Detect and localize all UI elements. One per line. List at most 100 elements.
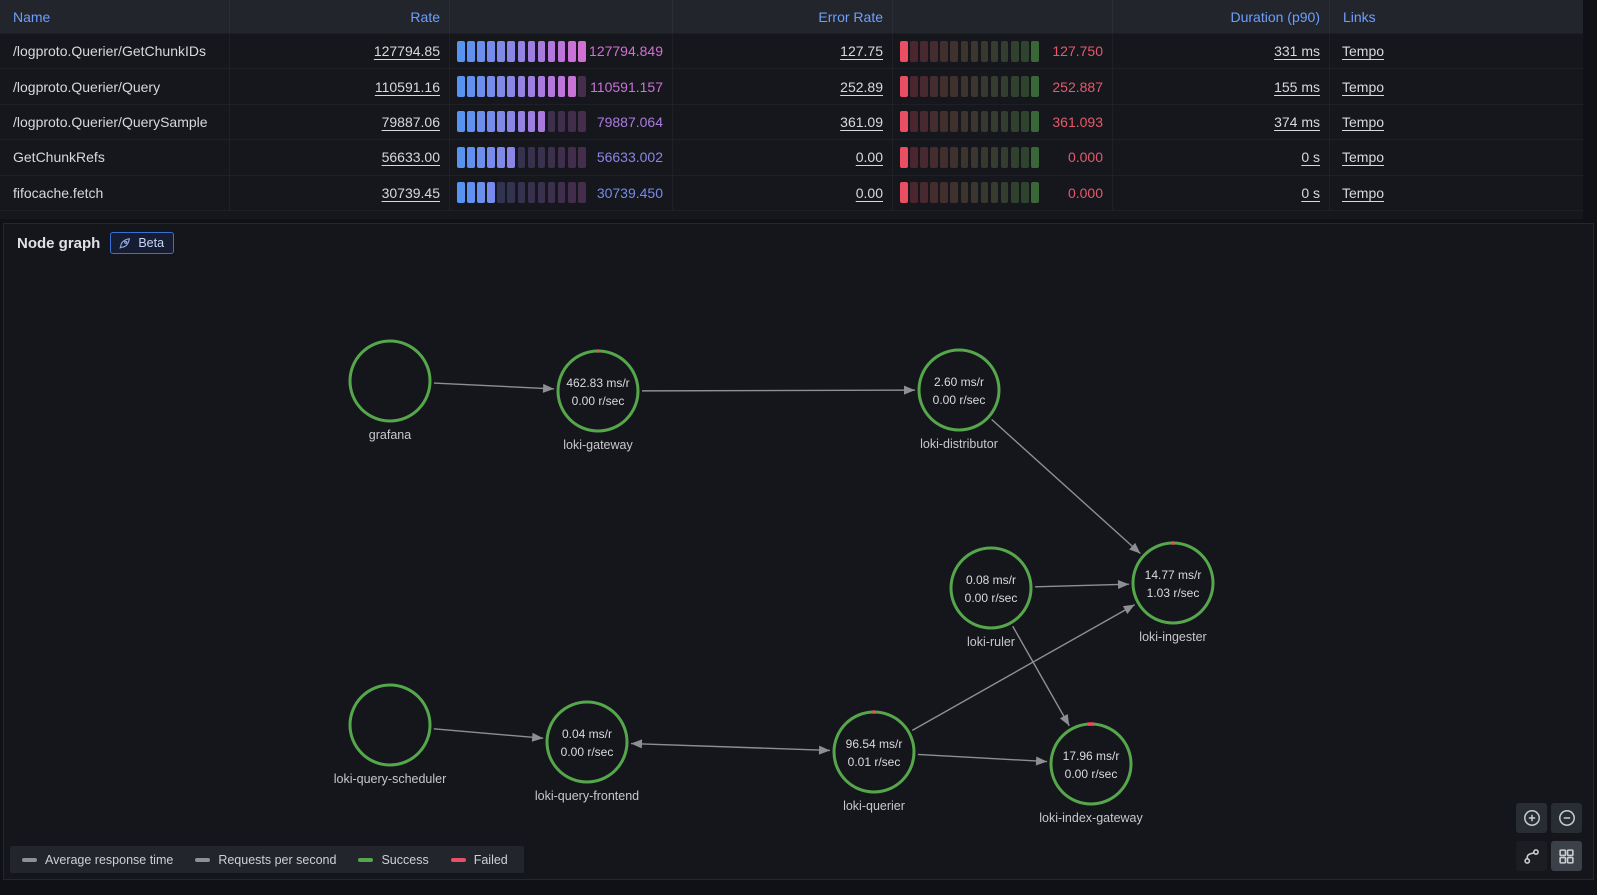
error-gauge-cell: 0.000 <box>893 140 1113 175</box>
duration-link[interactable]: 0 s <box>1301 149 1320 165</box>
gauge-segment <box>1000 182 1009 204</box>
tempo-link[interactable]: Tempo <box>1342 114 1384 130</box>
gauge-segment <box>527 182 536 204</box>
gauge-segment <box>940 182 948 204</box>
table-row: GetChunkRefs 56633.00 56633.002 0.00 0.000 0 … <box>0 140 1583 176</box>
node-success-ring <box>1049 722 1133 806</box>
legend-swatch <box>22 857 37 862</box>
error-gauge <box>900 40 1039 62</box>
rate-cell: 110591.16 <box>230 69 450 104</box>
node-loki-index-gateway[interactable]: 17.96 ms/r 0.00 r/sec loki-index-gateway <box>1039 722 1144 825</box>
duration-link[interactable]: 374 ms <box>1274 114 1320 130</box>
gauge-segment <box>1011 146 1019 168</box>
col-header-error-rate[interactable]: Error Rate <box>673 0 893 33</box>
gauge-segment <box>980 40 989 62</box>
tempo-link[interactable]: Tempo <box>1342 185 1384 201</box>
node-loki-ingester[interactable]: 14.77 ms/r 1.03 r/sec loki-ingester <box>1131 541 1215 644</box>
gauge-segment <box>487 40 495 62</box>
table-row: fifocache.fetch 30739.45 30739.450 0.00 0.00… <box>0 175 1583 211</box>
gauge-segment <box>578 40 586 62</box>
node-success-ring <box>348 683 432 767</box>
error-rate-link[interactable]: 361.09 <box>840 114 883 130</box>
gauge-segment <box>527 40 536 62</box>
edge-loki-querier-to-loki-index-gateway[interactable] <box>917 753 1048 766</box>
duration-link[interactable]: 155 ms <box>1274 79 1320 95</box>
node-loki-querier[interactable]: 96.54 ms/r 0.01 r/sec loki-querier <box>832 710 916 813</box>
edge-loki-querier-to-loki-ingester[interactable] <box>911 604 1136 731</box>
legend-swatch <box>450 857 466 862</box>
error-gauge-cell: 127.750 <box>893 34 1113 69</box>
node-loki-ruler[interactable]: 0.08 ms/r 0.00 r/sec loki-ruler <box>949 546 1033 649</box>
tempo-link[interactable]: Tempo <box>1342 43 1384 59</box>
error-gauge-value: 252.887 <box>1052 78 1103 95</box>
rate-value-link[interactable]: 56633.00 <box>382 149 440 165</box>
gauge-segment <box>1021 146 1029 168</box>
edge-loki-querier-to-loki-query-frontend[interactable] <box>630 739 831 755</box>
gauge-segment <box>1000 40 1009 62</box>
rate-value-link[interactable]: 30739.45 <box>382 185 440 201</box>
tempo-link[interactable]: Tempo <box>1342 79 1384 95</box>
error-rate-link[interactable]: 0.00 <box>856 185 883 201</box>
hierarchy-layout-button[interactable] <box>1516 841 1547 871</box>
edge-loki-ruler-to-loki-index-gateway[interactable] <box>1012 625 1070 727</box>
error-rate-link[interactable]: 252.89 <box>840 79 883 95</box>
node-graph-canvas[interactable]: grafana 462.83 ms/r 0.00 r/sec loki-gateway… <box>4 224 1593 879</box>
gauge-segment <box>527 146 536 168</box>
gauge-segment <box>990 40 999 62</box>
node-success-ring <box>949 546 1033 630</box>
node-loki-query-scheduler[interactable]: loki-query-scheduler <box>334 683 447 786</box>
error-gauge-cell: 361.093 <box>893 104 1113 140</box>
gauge-segment <box>1021 182 1029 204</box>
zoom-in-button[interactable] <box>1516 803 1547 833</box>
error-rate-link[interactable]: 0.00 <box>856 149 883 165</box>
rate-value-link[interactable]: 79887.06 <box>382 114 440 130</box>
legend-label: Requests per second <box>218 852 337 867</box>
rate-value-link[interactable]: 127794.85 <box>374 43 440 59</box>
gauge-segment <box>557 40 566 62</box>
node-loki-query-frontend[interactable]: 0.04 ms/r 0.00 r/sec loki-query-frontend <box>535 700 639 803</box>
rate-value-link[interactable]: 110591.16 <box>375 79 440 95</box>
gauge-segment <box>568 40 576 62</box>
node-label: loki-index-gateway <box>1039 811 1143 825</box>
minus-circle-icon <box>1558 810 1575 826</box>
col-header-rate[interactable]: Rate <box>230 0 450 33</box>
grid-layout-icon <box>1559 848 1574 864</box>
edge-loki-gateway-to-loki-distributor[interactable] <box>641 385 916 395</box>
node-label: loki-query-scheduler <box>334 772 447 786</box>
legend-item: Success <box>358 853 429 867</box>
name-cell: fifocache.fetch <box>0 175 230 210</box>
links-cell: Tempo <box>1330 69 1583 103</box>
rocket-icon <box>119 238 131 249</box>
branch-layout-icon <box>1524 848 1539 864</box>
node-loki-gateway[interactable]: 462.83 ms/r 0.00 r/sec loki-gateway <box>556 349 640 452</box>
gauge-segment <box>990 111 999 133</box>
node-loki-distributor[interactable]: 2.60 ms/r 0.00 r/sec loki-distributor <box>917 348 1001 451</box>
gauge-segment <box>497 111 505 133</box>
edge-loki-ruler-to-loki-ingester[interactable] <box>1034 580 1130 590</box>
error-gauge <box>900 76 1039 98</box>
error-gauge-value: 0.000 <box>1067 184 1103 201</box>
gauge-segment <box>960 76 969 98</box>
error-rate-link[interactable]: 127.75 <box>840 43 883 59</box>
col-header-name[interactable]: Name <box>0 0 230 33</box>
gauge-segment <box>477 111 485 133</box>
tempo-link[interactable]: Tempo <box>1342 149 1384 165</box>
duration-link[interactable]: 331 ms <box>1274 43 1320 59</box>
duration-link[interactable]: 0 s <box>1301 185 1320 201</box>
node-grafana[interactable]: grafana <box>348 339 432 442</box>
gauge-segment <box>557 146 566 168</box>
edge-loki-query-scheduler-to-loki-query-frontend[interactable] <box>433 728 544 742</box>
grid-layout-button[interactable] <box>1551 841 1582 871</box>
edge-grafana-to-loki-gateway[interactable] <box>433 382 555 393</box>
gauge-segment <box>1031 182 1039 204</box>
zoom-out-button[interactable] <box>1551 803 1582 833</box>
gauge-segment <box>568 111 576 133</box>
gauge-segment <box>1011 111 1019 133</box>
col-header-duration[interactable]: Duration (p90) <box>1113 0 1330 33</box>
rate-gauge-cell: 79887.064 <box>450 104 673 140</box>
gauge-segment <box>517 182 526 204</box>
beta-badge[interactable]: Beta <box>110 232 175 254</box>
col-header-links[interactable]: Links <box>1330 0 1583 33</box>
node-success-ring <box>556 349 640 433</box>
edge-loki-distributor-to-loki-ingester[interactable] <box>991 418 1141 555</box>
